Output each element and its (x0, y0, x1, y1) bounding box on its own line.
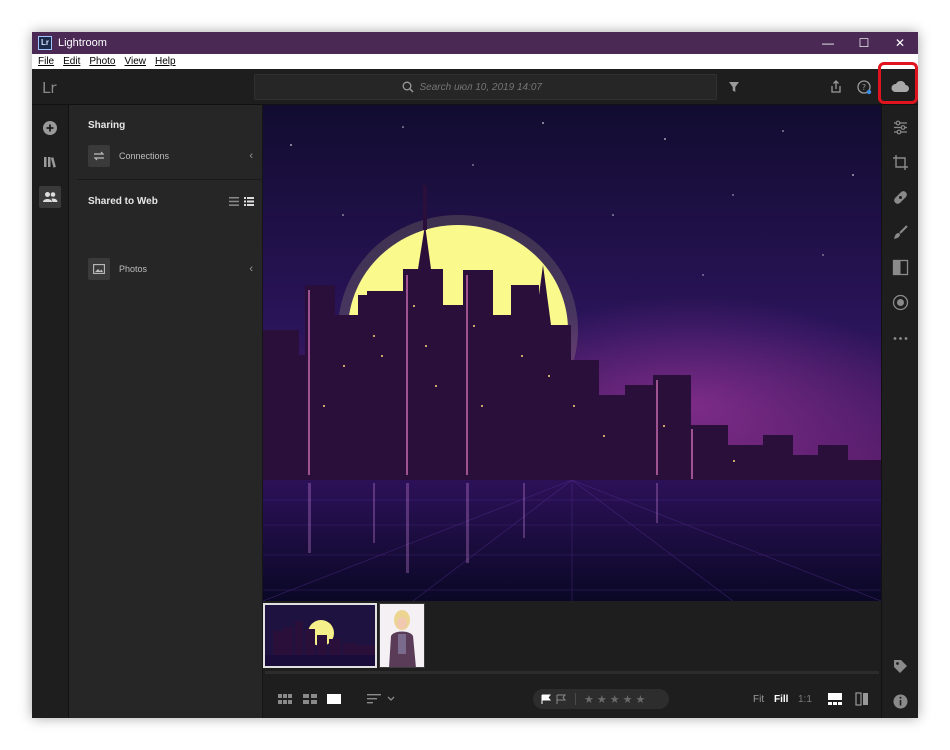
pick-flag-icon[interactable] (541, 694, 552, 705)
minimize-button[interactable]: — (810, 32, 846, 54)
star-1[interactable]: ★ (584, 693, 594, 706)
app-logo-icon: Lr (38, 36, 52, 50)
menu-view[interactable]: View (125, 56, 147, 67)
photo-icon (88, 258, 110, 280)
shared-to-web-heading: Shared to Web (88, 196, 158, 207)
help-icon[interactable]: ? (856, 79, 872, 95)
chevron-down-icon[interactable] (387, 696, 395, 702)
connections-icon (88, 145, 110, 167)
connections-item[interactable]: Connections ‹ (88, 144, 253, 168)
panel-divider (77, 179, 263, 180)
add-icon (43, 121, 57, 135)
search-box[interactable] (254, 74, 717, 100)
share-icon[interactable] (828, 79, 844, 95)
close-button[interactable]: ✕ (882, 32, 918, 54)
connections-label: Connections (119, 151, 170, 161)
title-bar: Lr Lightroom — ☐ ✕ (32, 32, 918, 54)
info-icon[interactable] (892, 693, 909, 710)
thumbnail-portrait[interactable] (379, 603, 425, 668)
chevron-left-icon[interactable]: ‹ (249, 263, 253, 275)
people-icon (43, 192, 58, 202)
menu-photo[interactable]: Photo (89, 56, 115, 67)
detail-list-view-icon[interactable] (244, 197, 254, 206)
search-input[interactable] (419, 81, 570, 93)
zoom-fit-button[interactable]: Fit (753, 694, 764, 705)
star-4[interactable]: ★ (623, 693, 633, 706)
library-button[interactable] (39, 151, 61, 173)
star-5[interactable]: ★ (636, 693, 646, 706)
keyword-tag-icon[interactable] (892, 658, 909, 675)
thumbnail-city[interactable] (263, 603, 377, 668)
library-icon (44, 157, 56, 168)
photos-label: Photos (119, 264, 148, 274)
star-3[interactable]: ★ (610, 693, 620, 706)
detail-view-icon[interactable] (326, 693, 342, 705)
top-toolbar: Lr ? (32, 69, 918, 105)
maximize-button[interactable]: ☐ (846, 32, 882, 54)
sharing-heading: Sharing (88, 120, 126, 131)
linear-gradient-icon[interactable] (892, 259, 909, 276)
radial-gradient-icon[interactable] (892, 294, 909, 311)
list-view-icon[interactable] (229, 197, 239, 206)
menu-help[interactable]: Help (155, 56, 176, 67)
chevron-left-icon[interactable]: ‹ (249, 150, 253, 162)
menu-bar: File Edit Photo View Help (32, 54, 918, 69)
zoom-1to1-button[interactable]: 1:1 (798, 694, 812, 705)
photo-viewer[interactable] (263, 105, 881, 601)
view-toggle (229, 197, 254, 206)
add-photos-button[interactable] (39, 117, 61, 139)
lightroom-window: Lr Lightroom — ☐ ✕ File Edit Photo View … (32, 32, 918, 718)
filter-icon[interactable] (726, 79, 742, 95)
square-grid-icon[interactable] (278, 694, 292, 704)
photos-album-item[interactable]: Photos ‹ (88, 257, 253, 281)
photo-grid-icon[interactable] (303, 694, 317, 704)
brush-icon[interactable] (892, 224, 909, 241)
sharing-panel: Sharing Connections ‹ Shared to Web Phot… (69, 105, 263, 718)
left-rail (32, 105, 69, 718)
sort-icon[interactable] (367, 693, 381, 705)
compare-view-icon[interactable] (855, 692, 869, 706)
star-2[interactable]: ★ (597, 693, 607, 706)
edit-sliders-icon[interactable] (892, 119, 909, 136)
flag-rating-bar: ★ ★ ★ ★ ★ (533, 689, 669, 709)
menu-file[interactable]: File (38, 56, 54, 67)
more-icon[interactable] (892, 330, 909, 347)
zoom-fill-button[interactable]: Fill (774, 694, 788, 705)
lr-brand-mark[interactable]: Lr (42, 79, 57, 97)
main-photo (263, 105, 881, 601)
search-icon (402, 81, 413, 93)
crop-icon[interactable] (892, 154, 909, 171)
menu-edit[interactable]: Edit (63, 56, 80, 67)
window-controls: — ☐ ✕ (810, 32, 918, 54)
right-rail (881, 105, 918, 718)
window-title: Lightroom (58, 37, 107, 49)
filmstrip-toggle-icon[interactable] (827, 692, 843, 706)
bottom-bar: ★ ★ ★ ★ ★ Fit Fill 1:1 (263, 674, 881, 718)
sharing-button[interactable] (39, 186, 61, 208)
healing-icon[interactable] (892, 189, 909, 206)
reject-flag-icon[interactable] (556, 694, 567, 705)
cloud-highlight-annotation (878, 62, 918, 104)
filmstrip (263, 601, 881, 674)
svg-text:?: ? (862, 83, 866, 92)
